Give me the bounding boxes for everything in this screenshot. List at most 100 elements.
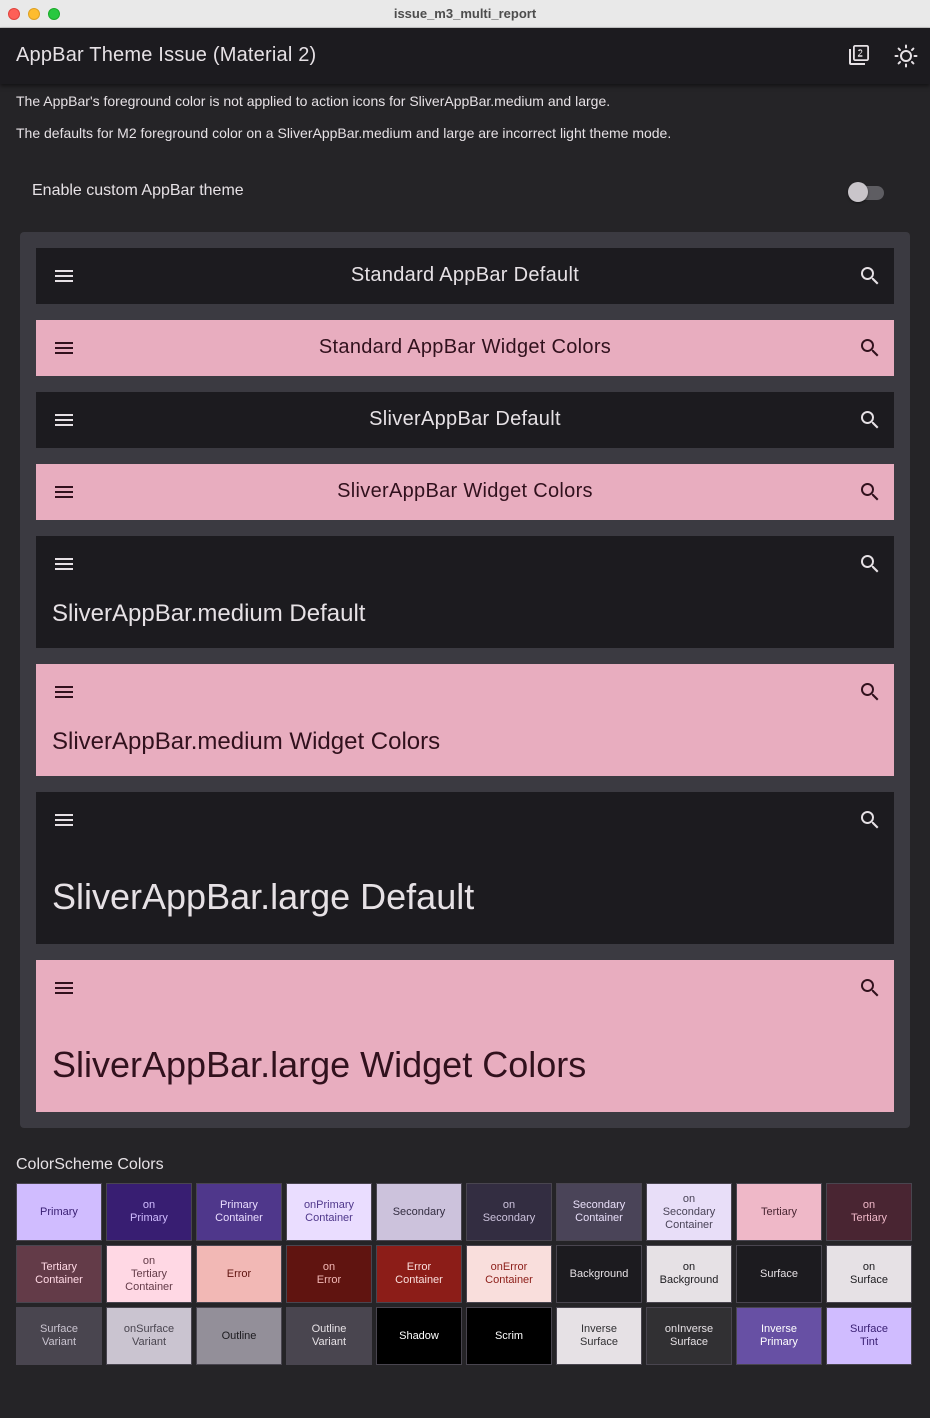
appbar-sample-large-pink: SliverAppBar.large Widget Colors [36, 960, 894, 1112]
color-swatch-label: Primary Container [215, 1199, 263, 1224]
color-swatch-label: Inverse Surface [580, 1323, 618, 1348]
color-swatch-label: Primary [40, 1205, 78, 1218]
color-swatch-label: on Primary [130, 1199, 168, 1224]
color-swatch-label: Shadow [399, 1329, 439, 1342]
color-swatch[interactable]: on Tertiary Container [106, 1245, 192, 1303]
switch-thumb[interactable] [848, 182, 868, 202]
color-swatch[interactable]: on Surface [826, 1245, 912, 1303]
color-swatch-label: Outline Variant [311, 1323, 347, 1348]
color-swatch[interactable]: Error [196, 1245, 282, 1303]
color-swatch[interactable]: on Tertiary [826, 1183, 912, 1241]
appbar-sample-medium-dark: SliverAppBar.medium Default [36, 536, 894, 648]
color-swatch-label: Background [569, 1267, 629, 1280]
appbar-sample-title: Standard AppBar Default [350, 264, 580, 286]
window-title: issue_m3_multi_report [393, 6, 537, 21]
color-swatch-label: on Background [659, 1261, 719, 1286]
search-icon [861, 979, 879, 997]
color-swatch[interactable]: Outline Variant [286, 1307, 372, 1365]
color-swatch-label: Tertiary [760, 1205, 798, 1218]
colorscheme-section-title: ColorScheme Colors [16, 1156, 164, 1173]
app-content: AppBar Theme Issue (Material 2) The AppB… [0, 28, 930, 1418]
color-swatch-label: Secondary [392, 1205, 446, 1218]
color-swatch-label: Error [226, 1267, 252, 1280]
color-swatch-label: on Error [316, 1261, 342, 1286]
color-swatch[interactable]: Tertiary [736, 1183, 822, 1241]
color-swatch[interactable]: on Background [646, 1245, 732, 1303]
color-swatch-label: Outline [221, 1329, 257, 1342]
description-line-1: The AppBar's foreground color is not app… [16, 93, 611, 109]
top-app-bar: AppBar Theme Issue (Material 2) [0, 28, 930, 84]
color-swatch[interactable]: Primary Container [196, 1183, 282, 1241]
color-swatch-label: Scrim [494, 1329, 524, 1342]
color-swatch[interactable]: Inverse Surface [556, 1307, 642, 1365]
search-button[interactable] [858, 680, 882, 704]
theme-brightness-icon [894, 44, 918, 68]
color-swatch[interactable]: Surface Variant [16, 1307, 102, 1365]
color-swatch-label: onInverse Surface [664, 1323, 714, 1348]
menu-icon [55, 814, 73, 826]
menu-button[interactable] [52, 808, 76, 832]
color-swatch-label: Error Container [395, 1261, 443, 1286]
search-button[interactable] [858, 976, 882, 1000]
search-button[interactable] [858, 808, 882, 832]
menu-button[interactable] [52, 552, 76, 576]
appbar-sample-standard-pink: Standard AppBar Widget Colors [36, 320, 894, 376]
search-icon [861, 683, 879, 701]
color-swatch-label: Surface Tint [850, 1323, 888, 1348]
custom-appbar-theme-row[interactable]: Enable custom AppBar theme [16, 168, 914, 216]
page-title: AppBar Theme Issue (Material 2) [16, 44, 317, 66]
color-swatch[interactable]: Scrim [466, 1307, 552, 1365]
color-swatch-label: on Tertiary [850, 1199, 888, 1224]
color-swatch[interactable]: Tertiary Container [16, 1245, 102, 1303]
color-swatch[interactable]: onPrimary Container [286, 1183, 372, 1241]
color-swatch-label: on Tertiary Container [125, 1254, 173, 1293]
appbar-sample-title: SliverAppBar Widget Colors [337, 480, 593, 502]
appbar-sample-title: Standard AppBar Widget Colors [318, 336, 612, 358]
menu-icon [55, 982, 73, 994]
color-swatch[interactable]: Outline [196, 1307, 282, 1365]
color-swatch[interactable]: Secondary Container [556, 1183, 642, 1241]
appbar-sample-title: SliverAppBar.medium Widget Colors [52, 728, 441, 755]
theme-brightness-button[interactable] [890, 40, 922, 72]
search-icon [861, 811, 879, 829]
search-button[interactable] [858, 552, 882, 576]
color-swatch-label: on Secondary [482, 1199, 536, 1224]
color-swatch-label: Inverse Primary [760, 1323, 798, 1348]
color-swatch[interactable]: on Secondary [466, 1183, 552, 1241]
window-titlebar: issue_m3_multi_report [0, 0, 930, 28]
appbar-sample-standard-dark: SliverAppBar Default [36, 392, 894, 448]
color-swatch-label: Tertiary Container [35, 1261, 83, 1286]
menu-button[interactable] [52, 680, 76, 704]
appbar-sample-title: SliverAppBar Default [369, 408, 561, 430]
color-swatch[interactable]: onSurface Variant [106, 1307, 192, 1365]
color-swatch[interactable]: onInverse Surface [646, 1307, 732, 1365]
color-swatch[interactable]: on Secondary Container [646, 1183, 732, 1241]
color-swatch[interactable]: on Primary [106, 1183, 192, 1241]
color-swatch[interactable]: Shadow [376, 1307, 462, 1365]
color-swatch[interactable]: Background [556, 1245, 642, 1303]
menu-icon [55, 686, 73, 698]
color-swatch-label: onError Container [485, 1261, 533, 1286]
menu-button[interactable] [52, 976, 76, 1000]
switch-label: Enable custom AppBar theme [32, 182, 244, 199]
color-swatch[interactable]: Surface [736, 1245, 822, 1303]
search-icon [861, 555, 879, 573]
color-swatch[interactable]: Secondary [376, 1183, 462, 1241]
color-swatch[interactable]: on Error [286, 1245, 372, 1303]
material-version-icon [849, 44, 869, 65]
color-swatch[interactable]: Inverse Primary [736, 1307, 822, 1365]
appbar-sample-title: SliverAppBar.large Widget Colors [52, 1044, 587, 1085]
appbar-sample-standard-dark: Standard AppBar Default [36, 248, 894, 304]
appbar-sample-title: SliverAppBar.large Default [52, 876, 475, 917]
color-swatch[interactable]: Primary [16, 1183, 102, 1241]
color-swatch-label: Secondary Container [572, 1199, 626, 1224]
menu-icon [55, 558, 73, 570]
color-swatch[interactable]: Error Container [376, 1245, 462, 1303]
color-swatch[interactable]: onError Container [466, 1245, 552, 1303]
color-swatch[interactable]: Surface Tint [826, 1307, 912, 1365]
color-swatch-label: Surface [760, 1267, 798, 1280]
material-version-button[interactable] [842, 40, 874, 72]
appbar-sample-large-dark: SliverAppBar.large Default [36, 792, 894, 944]
appbar-showcase-card: Standard AppBar Default Standard AppBar W… [20, 232, 910, 1128]
description-line-2: The defaults for M2 foreground color on … [16, 125, 672, 141]
